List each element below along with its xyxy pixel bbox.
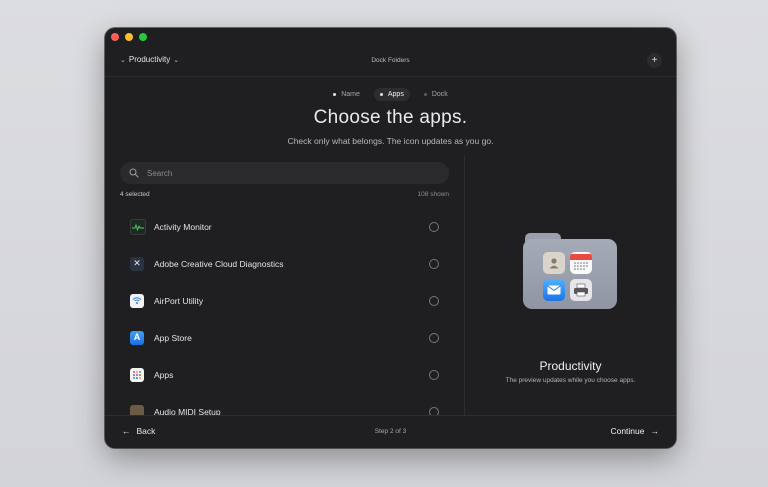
shown-count: 108 shown — [417, 191, 449, 198]
page-title: Choose the apps. — [313, 107, 468, 128]
app-list-panel: 4 selected 108 shown Activity Monitor ✕ … — [105, 156, 465, 416]
step-label: Name — [341, 91, 360, 98]
folder-preview-panel: Productivity The preview updates while y… — [465, 156, 676, 416]
step-dot-icon — [333, 93, 337, 96]
app-list: Activity Monitor ✕ Adobe Creative Cloud … — [105, 208, 464, 416]
app-checkbox[interactable] — [429, 221, 439, 232]
close-window-button[interactable] — [111, 33, 119, 41]
app-name: Activity Monitor — [154, 221, 212, 232]
list-item[interactable]: ✕ Adobe Creative Cloud Diagnostics — [105, 245, 464, 282]
preview-subtitle: The preview updates while you choose app… — [505, 377, 636, 384]
search-bar[interactable] — [120, 162, 449, 184]
zoom-window-button[interactable] — [139, 33, 147, 41]
adobe-diagnostics-icon: ✕ — [130, 256, 144, 271]
app-name: Apps — [154, 369, 174, 380]
folder-icon-grid — [543, 252, 592, 301]
app-name: App Store — [154, 332, 192, 343]
selected-count: 4 selected — [120, 191, 150, 198]
step-label: Apps — [387, 91, 404, 98]
activity-monitor-icon — [130, 218, 146, 235]
printer-icon — [570, 279, 592, 301]
list-item[interactable]: Activity Monitor — [105, 208, 464, 245]
app-store-icon: A — [130, 330, 144, 345]
list-item[interactable]: AirPort Utility — [105, 282, 464, 319]
plus-icon: + — [651, 55, 658, 66]
list-item[interactable]: Apps — [105, 356, 464, 393]
titlebar: ⌄ Productivity ⌄ Dock Folders + — [105, 28, 676, 77]
step-dock[interactable]: Dock — [418, 88, 454, 101]
app-name: AirPort Utility — [154, 295, 204, 306]
step-name[interactable]: Name — [327, 88, 366, 101]
list-meta: 4 selected 108 shown — [120, 191, 449, 198]
search-input[interactable] — [145, 167, 429, 179]
preview-title: Productivity — [539, 359, 602, 373]
window-title: Dock Folders — [371, 57, 410, 64]
step-counter: Step 2 of 3 — [374, 428, 407, 435]
add-folder-button[interactable]: + — [647, 53, 662, 68]
continue-button[interactable]: Continue → — [610, 426, 659, 436]
dock-folders-window: ⌄ Productivity ⌄ Dock Folders + Name App… — [105, 28, 676, 448]
app-checkbox[interactable] — [429, 258, 439, 269]
app-checkbox[interactable] — [429, 369, 439, 380]
step-apps[interactable]: Apps — [373, 88, 410, 101]
minimize-window-button[interactable] — [125, 33, 133, 41]
step-label: Dock — [431, 91, 448, 98]
folder-preview-icon — [523, 233, 617, 309]
app-checkbox[interactable] — [429, 295, 439, 306]
page-subtitle: Check only what belongs. The icon update… — [287, 136, 494, 146]
folder-body — [523, 239, 617, 309]
calendar-icon — [570, 252, 592, 274]
list-item[interactable]: Audio MIDI Setup — [105, 393, 464, 416]
window-controls — [111, 33, 147, 41]
list-item[interactable]: A App Store — [105, 319, 464, 356]
app-name: Adobe Creative Cloud Diagnostics — [154, 258, 284, 269]
contacts-icon — [543, 252, 565, 274]
step-dot-icon — [379, 93, 383, 96]
mail-icon — [543, 279, 565, 301]
arrow-right-icon: → — [650, 426, 660, 436]
step-indicator: Name Apps Dock — [105, 88, 676, 101]
step-dot-icon — [423, 93, 427, 96]
apps-icon — [130, 367, 144, 382]
app-checkbox[interactable] — [429, 332, 439, 343]
footer-bar: ← Back Step 2 of 3 Continue → — [105, 415, 676, 448]
airport-utility-icon — [130, 293, 144, 308]
continue-label: Continue — [610, 426, 645, 436]
search-icon — [129, 168, 139, 178]
